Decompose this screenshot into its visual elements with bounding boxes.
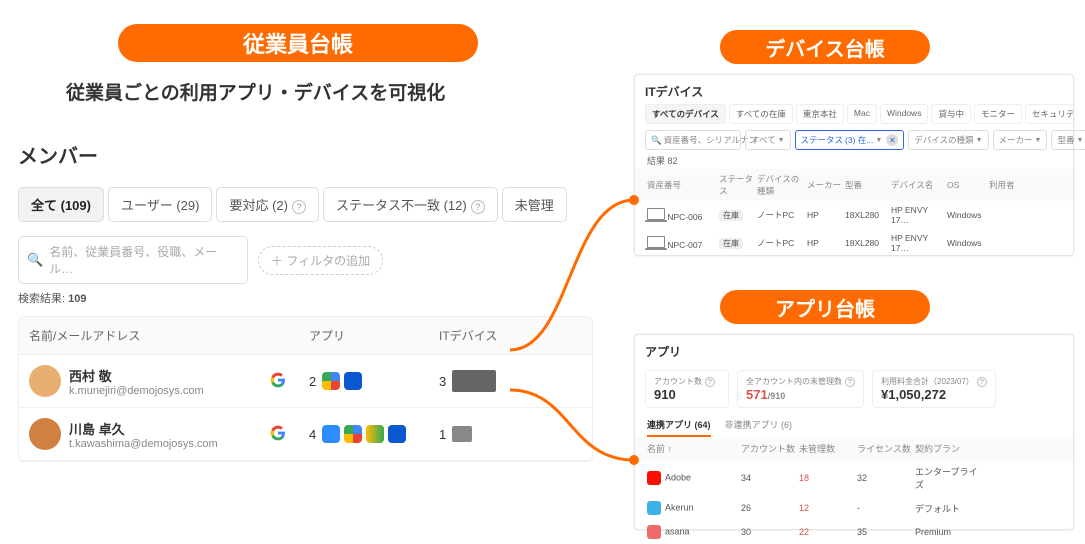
- device-row[interactable]: NPC-007 在庫 ノートPC HP 18XL280 HP ENVY 17… …: [635, 229, 1073, 257]
- select-all[interactable]: すべて▼: [745, 130, 791, 150]
- tab-status-mismatch[interactable]: ステータス不一致 (12)?: [323, 187, 498, 222]
- help-icon: ?: [845, 377, 855, 387]
- device-ledger-pill: デバイス台帳: [720, 30, 930, 64]
- device-row[interactable]: NPC-006 在庫 ノートPC HP 18XL280 HP ENVY 17… …: [635, 201, 1073, 229]
- pill-label: デバイス台帳: [765, 33, 884, 62]
- help-icon: ?: [977, 377, 987, 387]
- app-icon: [322, 425, 340, 443]
- device-cell: 3: [439, 370, 559, 392]
- tab-all[interactable]: 全て (109): [18, 187, 104, 222]
- help-icon: ?: [705, 377, 715, 387]
- avatar: [29, 365, 61, 397]
- laptop-icon: [647, 208, 665, 220]
- adobe-icon: [647, 471, 661, 485]
- member-email: k.munejiri@demojosys.com: [69, 385, 204, 397]
- search-placeholder: 名前、従業員番号、役職、メール…: [49, 243, 239, 277]
- members-heading: メンバー: [18, 140, 593, 169]
- app-row[interactable]: Adobe 34 18 32 エンタープライズ: [635, 460, 1073, 496]
- result-count: 検索結果: 109: [18, 290, 593, 306]
- device-result-count: 結果 82: [635, 154, 1073, 169]
- app-cell: 2: [309, 372, 439, 390]
- laptop-icon: [647, 236, 665, 248]
- status-filter[interactable]: ステータス (3) 在...▼✕: [795, 130, 905, 150]
- chevron-down-icon: ▼: [778, 137, 785, 144]
- tab-users[interactable]: ユーザー (29): [108, 187, 212, 222]
- members-search-input[interactable]: 🔍 名前、従業員番号、役職、メール…: [18, 236, 248, 284]
- employee-ledger-pill: 従業員台帳: [118, 24, 478, 62]
- chevron-down-icon: ▼: [875, 137, 882, 144]
- members-panel: メンバー 全て (109) ユーザー (29) 要対応 (2)? ステータス不一…: [18, 140, 593, 462]
- device-tab[interactable]: セキュリティーカード/キー: [1025, 104, 1073, 124]
- stat-unmanaged: 全アカウント内の未管理数? 571/910: [737, 370, 864, 408]
- search-icon: 🔍: [27, 252, 43, 268]
- members-table: 名前/メールアドレス アプリ ITデバイス 西村 敬 k.munejiri@de…: [18, 316, 593, 462]
- table-row[interactable]: 川島 卓久 t.kawashima@demojosys.com 4 1: [19, 408, 592, 461]
- device-type-filter[interactable]: デバイスの種類▼: [908, 130, 988, 150]
- app-icon: [344, 372, 362, 390]
- chevron-down-icon: ▼: [1076, 137, 1083, 144]
- apps-title: アプリ: [635, 335, 1073, 364]
- app-icon: [388, 425, 406, 443]
- device-cell: 1: [439, 426, 559, 442]
- app-row[interactable]: asana 30 22 35 Premium: [635, 520, 1073, 544]
- chevron-down-icon: ▼: [976, 137, 983, 144]
- add-filter-button[interactable]: ＋ フィルタの追加: [258, 246, 383, 275]
- device-tab[interactable]: 東京本社: [796, 104, 844, 124]
- app-icon: [322, 372, 340, 390]
- apps-panel: アプリ アカウント数? 910 全アカウント内の未管理数? 571/910 利用…: [634, 334, 1074, 530]
- tab-action-required[interactable]: 要対応 (2)?: [216, 187, 319, 222]
- app-cell: 4: [309, 425, 439, 443]
- device-tab[interactable]: すべてのデバイス: [645, 104, 726, 124]
- akerun-icon: [647, 501, 661, 515]
- help-icon: ?: [292, 200, 306, 214]
- app-icon: [344, 425, 362, 443]
- device-tab[interactable]: すべての在庫: [729, 104, 793, 124]
- col-name: 名前/メールアドレス: [29, 327, 269, 344]
- clear-icon[interactable]: ✕: [886, 134, 898, 146]
- pill-label: 従業員台帳: [243, 27, 353, 59]
- col-device: ITデバイス: [439, 327, 559, 344]
- asana-icon: [647, 525, 661, 539]
- pill-label: アプリ台帳: [775, 293, 875, 322]
- google-icon: [269, 371, 287, 389]
- subtitle: 従業員ごとの利用アプリ・デバイスを可視化: [66, 78, 445, 105]
- model-filter[interactable]: 型番▼: [1051, 130, 1085, 150]
- app-icon: [366, 425, 384, 443]
- members-tabs: 全て (109) ユーザー (29) 要対応 (2)? ステータス不一致 (12…: [18, 187, 593, 222]
- google-icon: [269, 424, 287, 442]
- search-icon: 🔍: [651, 135, 662, 146]
- chevron-down-icon: ▼: [1035, 137, 1042, 144]
- avatar: [29, 418, 61, 450]
- apps-tab-linked[interactable]: 連携アプリ (64): [647, 414, 711, 437]
- stat-accounts: アカウント数? 910: [645, 370, 729, 408]
- device-icon: [452, 370, 496, 392]
- col-app: アプリ: [309, 327, 439, 344]
- help-icon: ?: [471, 200, 485, 214]
- table-row[interactable]: 西村 敬 k.munejiri@demojosys.com 2 3: [19, 355, 592, 408]
- app-ledger-pill: アプリ台帳: [720, 290, 930, 324]
- device-tab[interactable]: Windows: [880, 104, 928, 124]
- maker-filter[interactable]: メーカー▼: [993, 130, 1048, 150]
- device-tab[interactable]: 貸与中: [931, 104, 971, 124]
- member-name: 西村 敬: [69, 366, 204, 385]
- tab-unmanaged[interactable]: 未管理: [502, 187, 567, 222]
- member-email: t.kawashima@demojosys.com: [69, 438, 218, 450]
- device-icon: [452, 426, 472, 442]
- stat-cost: 利用料金合計（2023/07）? ¥1,050,272: [872, 370, 996, 408]
- devices-title: ITデバイス: [635, 75, 1073, 104]
- devices-panel: ITデバイス すべてのデバイス すべての在庫 東京本社 Mac Windows …: [634, 74, 1074, 256]
- device-search-input[interactable]: 🔍資産番号、シリアルナン: [645, 130, 741, 150]
- status-badge: 在庫: [719, 210, 743, 221]
- device-tab[interactable]: モニター: [974, 104, 1022, 124]
- device-tabs: すべてのデバイス すべての在庫 東京本社 Mac Windows 貸与中 モニタ…: [635, 104, 1073, 130]
- member-name: 川島 卓久: [69, 419, 218, 438]
- status-badge: 在庫: [719, 238, 743, 249]
- apps-tab-unlinked[interactable]: 非連携アプリ (6): [725, 414, 793, 437]
- app-row[interactable]: Akerun 26 12 - デフォルト: [635, 496, 1073, 520]
- device-tab[interactable]: Mac: [847, 104, 877, 124]
